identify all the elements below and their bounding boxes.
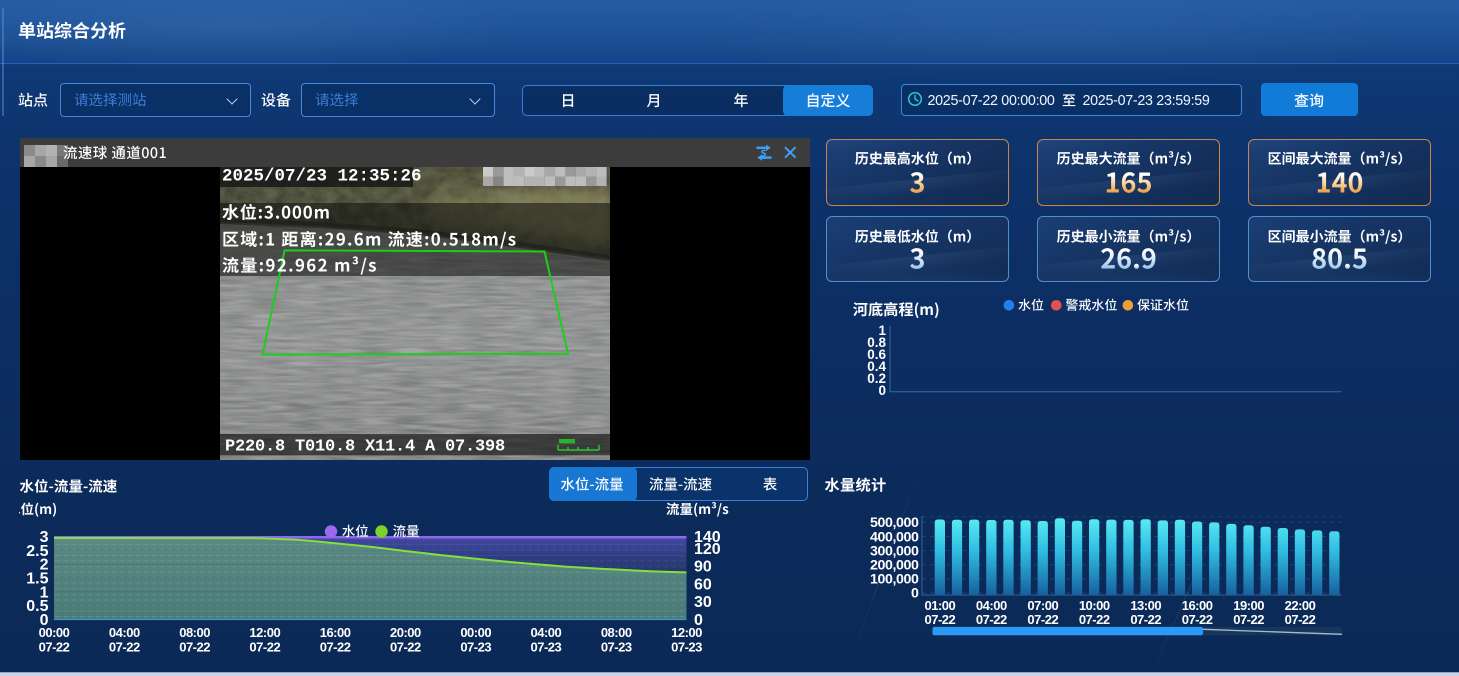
- svg-text:00:00: 00:00: [460, 625, 491, 640]
- svg-text:400,000: 400,000: [870, 529, 919, 545]
- svg-text:19:00: 19:00: [1233, 598, 1264, 613]
- svg-text:07-23: 07-23: [601, 640, 632, 655]
- svg-text:12:00: 12:00: [249, 625, 280, 640]
- svg-text:04:00: 04:00: [109, 625, 140, 640]
- svg-text:120: 120: [694, 541, 721, 558]
- svg-text:2025-07-22 00:00:00: 2025-07-22 00:00:00: [928, 93, 1055, 109]
- svg-text:13:00: 13:00: [1130, 598, 1161, 613]
- svg-text:08:00: 08:00: [601, 625, 632, 640]
- svg-text:0: 0: [911, 586, 919, 602]
- svg-text:04:00: 04:00: [976, 598, 1007, 613]
- svg-text:P220.8 T010.8 X11.4 A 07.398: P220.8 T010.8 X11.4 A 07.398: [225, 438, 505, 457]
- svg-text:500,000: 500,000: [870, 515, 919, 531]
- svg-text:0: 0: [878, 383, 886, 398]
- svg-text:07-22: 07-22: [39, 640, 70, 655]
- svg-text:07-22: 07-22: [390, 640, 421, 655]
- svg-text:07-22: 07-22: [925, 612, 956, 627]
- svg-text:08:00: 08:00: [179, 625, 210, 640]
- svg-text:60: 60: [694, 576, 712, 593]
- svg-text:22:00: 22:00: [1285, 598, 1316, 613]
- svg-text:07-22: 07-22: [320, 640, 351, 655]
- svg-text:04:00: 04:00: [531, 625, 562, 640]
- svg-text:100,000: 100,000: [870, 572, 919, 588]
- svg-text:07-22: 07-22: [1130, 612, 1161, 627]
- svg-text:07-22: 07-22: [1233, 612, 1264, 627]
- svg-text:10:00: 10:00: [1079, 598, 1110, 613]
- svg-text:07-22: 07-22: [1027, 612, 1058, 627]
- svg-text:12:00: 12:00: [671, 625, 702, 640]
- svg-text:07-22: 07-22: [249, 640, 280, 655]
- svg-text:16:00: 16:00: [320, 625, 351, 640]
- svg-text:07-23: 07-23: [460, 640, 491, 655]
- svg-text:16:00: 16:00: [1182, 598, 1213, 613]
- svg-text:07-22: 07-22: [1182, 612, 1213, 627]
- svg-text:07-22: 07-22: [1079, 612, 1110, 627]
- svg-text:07-23: 07-23: [531, 640, 562, 655]
- svg-text:90: 90: [694, 559, 712, 576]
- svg-text:20:00: 20:00: [390, 625, 421, 640]
- svg-text:07-22: 07-22: [976, 612, 1007, 627]
- svg-text:07-22: 07-22: [179, 640, 210, 655]
- svg-text:07-22: 07-22: [1285, 612, 1316, 627]
- svg-text:200,000: 200,000: [870, 558, 919, 574]
- svg-text:300,000: 300,000: [870, 543, 919, 559]
- svg-text:07-22: 07-22: [109, 640, 140, 655]
- svg-text:00:00: 00:00: [39, 625, 70, 640]
- svg-text:2025/07/23 12:35:26: 2025/07/23 12:35:26: [222, 167, 422, 187]
- svg-text:2025-07-23 23:59:59: 2025-07-23 23:59:59: [1083, 93, 1210, 109]
- svg-text:07:00: 07:00: [1027, 598, 1058, 613]
- svg-text:30: 30: [694, 594, 712, 611]
- svg-text:07-23: 07-23: [671, 640, 702, 655]
- svg-text:01:00: 01:00: [925, 598, 956, 613]
